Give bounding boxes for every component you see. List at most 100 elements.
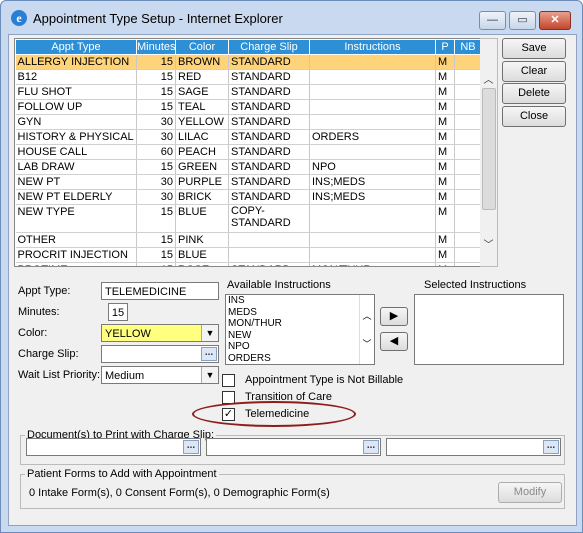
- document-browse-button[interactable]: ...: [363, 440, 379, 454]
- appt-type-input[interactable]: TELEMEDICINE: [101, 282, 219, 300]
- table-cell: PROTIME: [15, 262, 137, 266]
- table-row[interactable]: NEW PT 30 PURPLE STANDARD INS;MEDS M: [15, 174, 481, 190]
- scroll-thumb[interactable]: [482, 88, 496, 210]
- remove-instruction-button[interactable]: ◀: [380, 332, 408, 351]
- table-cell: M: [435, 247, 455, 263]
- grid-scrollbar[interactable]: ︿ ﹀: [480, 38, 498, 267]
- table-row[interactable]: GYN 30 YELLOW STANDARD M: [15, 114, 481, 130]
- column-header[interactable]: Appt Type: [15, 39, 137, 55]
- table-cell: HISTORY & PHYSICAL: [15, 129, 137, 145]
- app-window: e Appointment Type Setup - Internet Expl…: [0, 0, 583, 533]
- minutes-input[interactable]: 15: [108, 303, 128, 321]
- table-cell: [454, 144, 481, 160]
- table-cell: STANDARD: [228, 129, 310, 145]
- clear-button[interactable]: Clear: [502, 61, 566, 82]
- table-cell: M: [435, 189, 455, 205]
- delete-button[interactable]: Delete: [502, 83, 566, 104]
- table-row[interactable]: B12 15 RED STANDARD M: [15, 69, 481, 85]
- wait-list-priority-select[interactable]: Medium ▼: [101, 366, 219, 384]
- selected-instructions-label: Selected Instructions: [424, 279, 527, 291]
- close-button[interactable]: Close: [502, 106, 566, 127]
- table-cell: LILAC: [175, 129, 229, 145]
- color-select[interactable]: YELLOW ▼: [101, 324, 219, 342]
- table-cell: ORDERS: [309, 129, 436, 145]
- table-row[interactable]: NEW PT ELDERLY 30 BRICK STANDARD INS;MEDS M: [15, 189, 481, 205]
- column-header[interactable]: P: [435, 39, 455, 55]
- table-row[interactable]: OTHER 15 PINK M: [15, 232, 481, 248]
- arrow-left-icon: ◀: [389, 335, 399, 347]
- table-cell: [309, 232, 436, 248]
- document-input-1[interactable]: ...: [26, 438, 201, 456]
- table-cell: [454, 69, 481, 85]
- table-cell: M: [435, 84, 455, 100]
- scroll-up-icon[interactable]: ︿: [360, 309, 374, 322]
- table-cell: INS;MEDS: [309, 174, 436, 190]
- table-row[interactable]: HOUSE CALL 60 PEACH STANDARD M: [15, 144, 481, 160]
- scroll-up-icon[interactable]: ︿: [480, 71, 497, 87]
- table-cell: [228, 232, 310, 248]
- table-row[interactable]: LAB DRAW 15 GREEN STANDARD NPO M: [15, 159, 481, 175]
- table-cell: [309, 54, 436, 70]
- document-input-2[interactable]: ...: [206, 438, 381, 456]
- dialog-body: Appt Type Minutes Color Charge Slip Instruct…: [8, 34, 577, 526]
- save-button[interactable]: Save: [502, 38, 566, 59]
- table-row[interactable]: PROTIME15ROSESTANDARDMON/THURM: [15, 262, 481, 266]
- list-item[interactable]: NPO: [226, 341, 374, 353]
- list-item[interactable]: ORDERS: [226, 353, 374, 365]
- modify-button[interactable]: Modify: [498, 482, 562, 503]
- available-instructions-list[interactable]: INS MEDS MON/THUR NEW NPO ORDERS ︿ ﹀: [225, 294, 375, 365]
- table-row[interactable]: NEW TYPE 15 BLUE COPY- STANDARD M: [15, 204, 481, 233]
- table-cell: RED: [175, 69, 229, 85]
- document-input-3[interactable]: ...: [386, 438, 561, 456]
- chevron-down-icon[interactable]: ▼: [201, 367, 218, 383]
- minimize-button[interactable]: —: [479, 11, 506, 30]
- table-row[interactable]: ALLERGY INJECTION 15 BROWN STANDARD M: [15, 54, 481, 70]
- table-cell: 30: [136, 114, 176, 130]
- document-browse-button[interactable]: ...: [183, 440, 199, 454]
- scroll-down-icon[interactable]: ﹀: [480, 236, 497, 252]
- list-item[interactable]: NEW: [226, 330, 374, 342]
- table-cell: MON/THUR: [309, 262, 436, 266]
- column-header[interactable]: Color: [175, 39, 229, 55]
- table-row[interactable]: HISTORY & PHYSICAL 30 LILAC STANDARD ORDERS M: [15, 129, 481, 145]
- table-cell: [309, 84, 436, 100]
- add-instruction-button[interactable]: ▶: [380, 307, 408, 326]
- column-header[interactable]: Charge Slip: [228, 39, 310, 55]
- table-cell: PURPLE: [175, 174, 229, 190]
- table-cell: M: [435, 144, 455, 160]
- maximize-button[interactable]: ▭: [509, 11, 536, 30]
- list-scrollbar[interactable]: ︿ ﹀: [359, 295, 374, 364]
- table-cell: 30: [136, 129, 176, 145]
- appointment-types-grid: Appt Type Minutes Color Charge Slip Instruct…: [14, 38, 482, 267]
- charge-slip-input[interactable]: ...: [101, 345, 219, 363]
- not-billable-checkbox[interactable]: [222, 374, 235, 387]
- table-cell: 60: [136, 144, 176, 160]
- table-cell: COPY- STANDARD: [228, 204, 310, 233]
- table-row[interactable]: FOLLOW UP 15 TEAL STANDARD M: [15, 99, 481, 115]
- table-cell: [309, 114, 436, 130]
- table-row[interactable]: PROCRIT INJECTION 15 BLUE M: [15, 247, 481, 263]
- window-title: Appointment Type Setup - Internet Explor…: [33, 11, 283, 26]
- table-cell: INS;MEDS: [309, 189, 436, 205]
- chevron-down-icon[interactable]: ▼: [201, 325, 218, 341]
- table-cell: [454, 204, 481, 233]
- highlight-annotation: [192, 401, 356, 427]
- table-cell: SAGE: [175, 84, 229, 100]
- charge-slip-browse-button[interactable]: ...: [201, 347, 217, 361]
- column-header[interactable]: Instructions: [309, 39, 436, 55]
- list-item[interactable]: MON/THUR: [226, 318, 374, 330]
- close-window-button[interactable]: ✕: [539, 11, 571, 30]
- selected-instructions-list[interactable]: [414, 294, 564, 365]
- table-cell: NEW PT: [15, 174, 137, 190]
- scroll-down-icon[interactable]: ﹀: [360, 337, 374, 350]
- table-cell: 15: [136, 262, 176, 266]
- list-item[interactable]: MEDS: [226, 307, 374, 319]
- column-header[interactable]: Minutes: [136, 39, 176, 55]
- table-cell: FOLLOW UP: [15, 99, 137, 115]
- table-row[interactable]: FLU SHOT 15 SAGE STANDARD M: [15, 84, 481, 100]
- table-cell: [309, 99, 436, 115]
- table-cell: M: [435, 262, 455, 266]
- column-header[interactable]: NB: [454, 39, 481, 55]
- document-browse-button[interactable]: ...: [543, 440, 559, 454]
- list-item[interactable]: INS: [226, 295, 374, 307]
